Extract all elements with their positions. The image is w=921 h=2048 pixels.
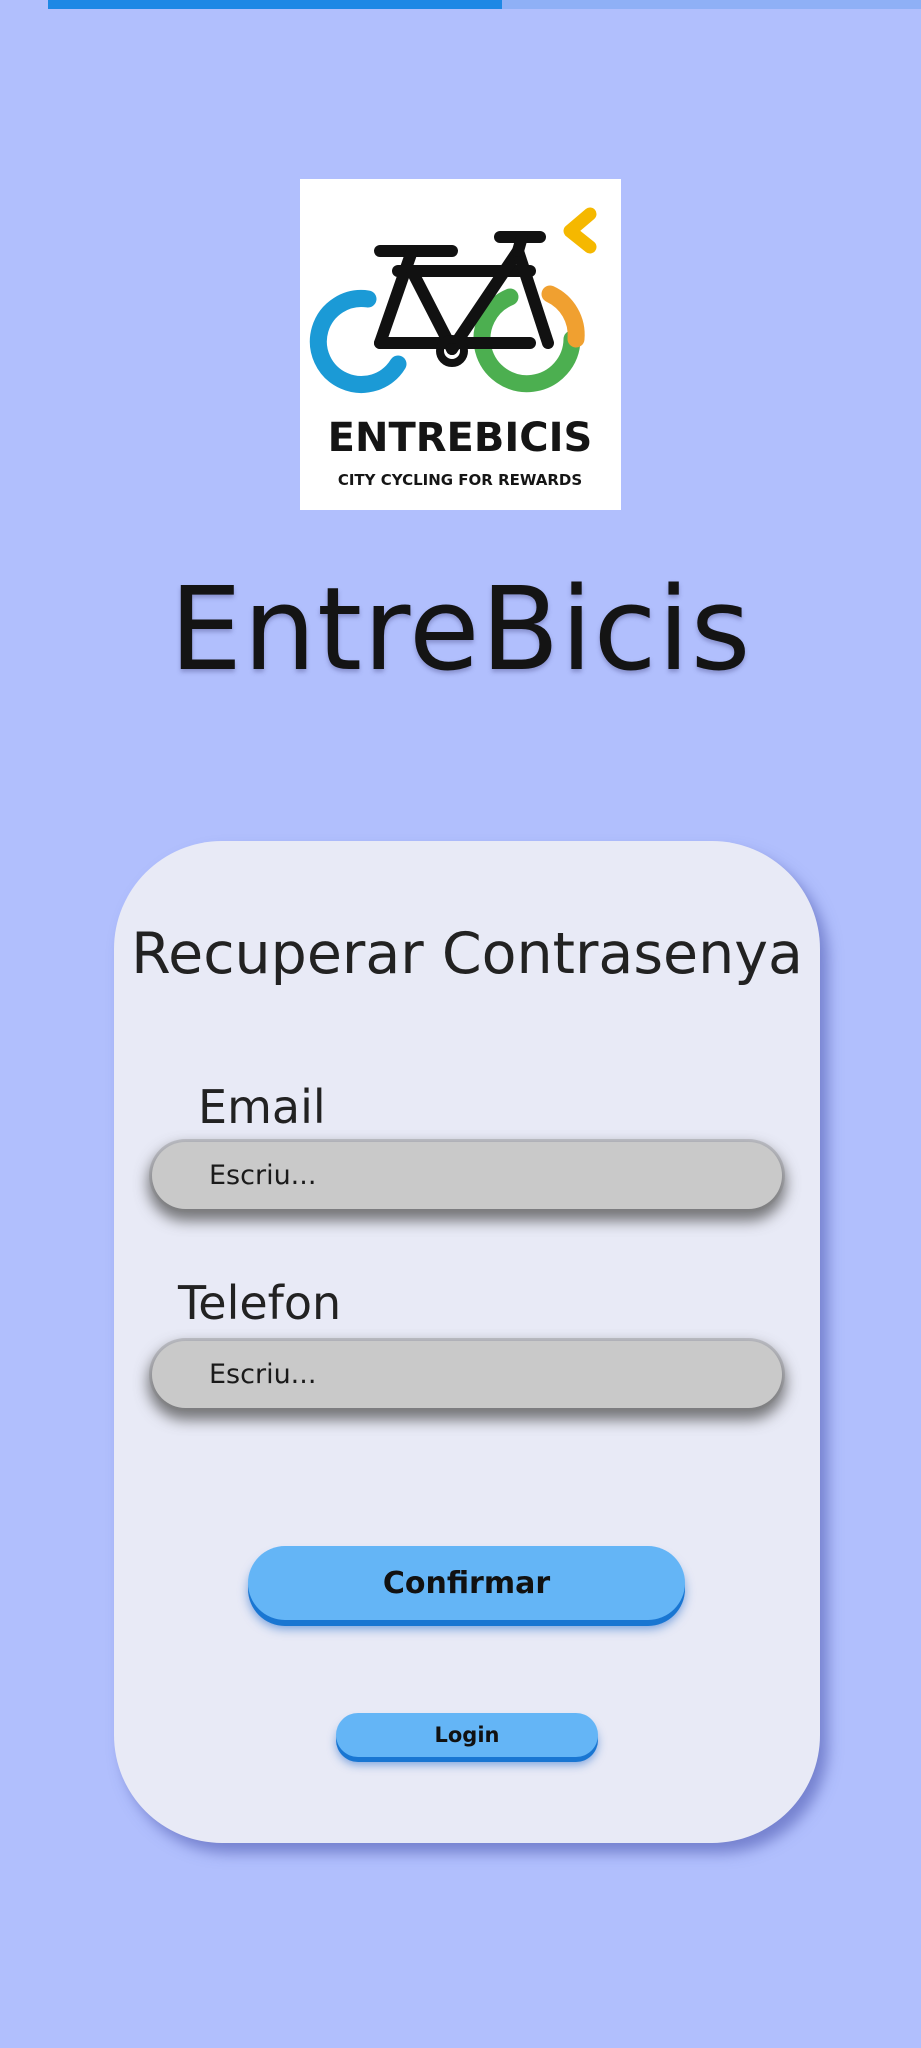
phone-field[interactable] (152, 1341, 782, 1408)
progress-bar (48, 0, 921, 9)
login-button[interactable]: Login (336, 1713, 598, 1757)
phone-label: Telefon (178, 1276, 342, 1330)
recover-password-screen: ENTREBICIS CITY CYCLING FOR REWARDS Entr… (0, 0, 921, 2048)
progress-bar-fill (48, 0, 502, 9)
app-logo: ENTREBICIS CITY CYCLING FOR REWARDS (300, 179, 621, 510)
logo-tagline-text: CITY CYCLING FOR REWARDS (338, 471, 582, 489)
form-title: Recuperar Contrasenya (131, 921, 803, 987)
email-field[interactable] (152, 1142, 782, 1209)
recover-password-card: Recuperar Contrasenya Email Telefon Conf… (114, 841, 820, 1843)
logo-brand-text: ENTREBICIS (328, 415, 593, 461)
confirm-button[interactable]: Confirmar (248, 1546, 685, 1620)
email-label: Email (198, 1080, 326, 1134)
app-title: EntreBicis (169, 563, 752, 697)
bicycle-logo-icon: ENTREBICIS CITY CYCLING FOR REWARDS (309, 207, 597, 489)
